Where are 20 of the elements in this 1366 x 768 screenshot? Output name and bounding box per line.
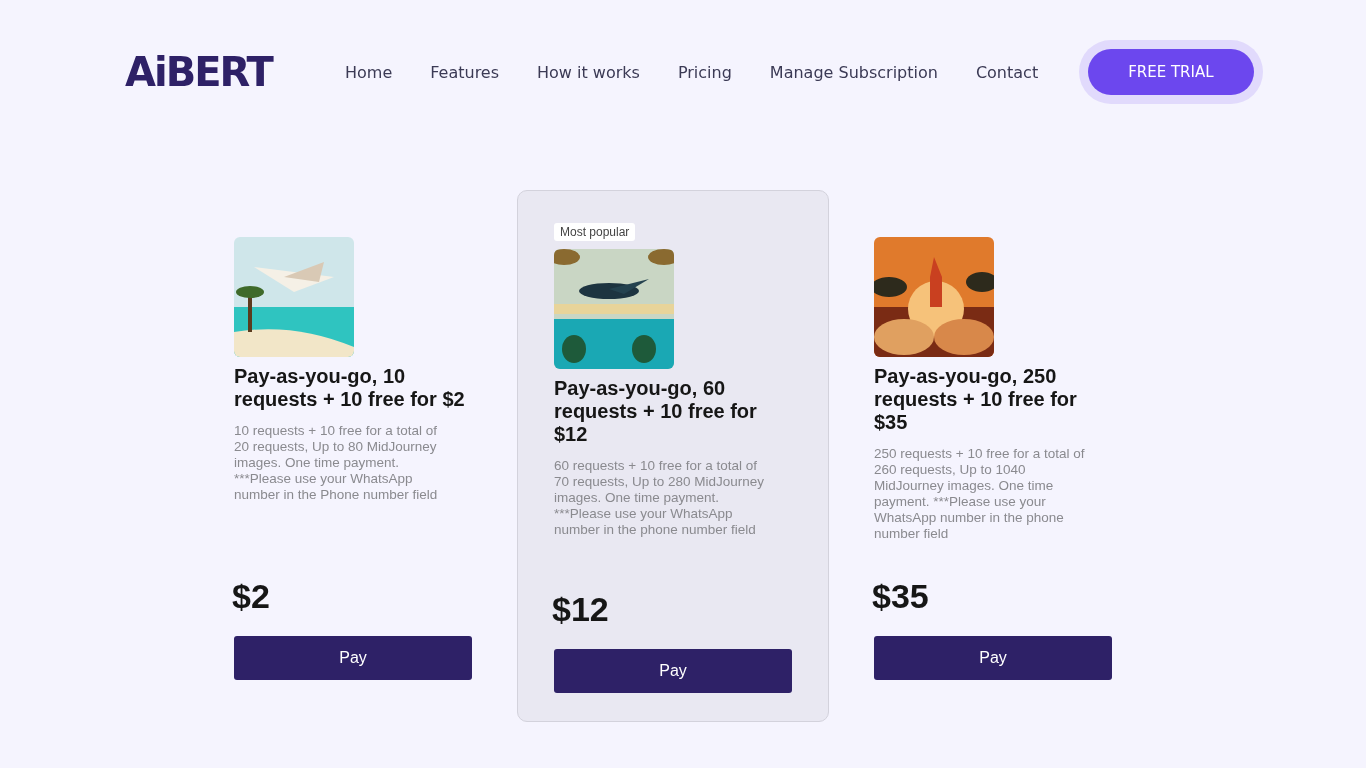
logo[interactable]: AiBERT — [125, 48, 280, 96]
plan-price: $12 — [552, 590, 610, 629]
plan-title: Pay-as-you-go, 250 requests + 10 free for $35 — [874, 364, 1078, 434]
plan-title: Pay-as-you-go, 60 requests + 10 free for $12 — [554, 377, 758, 446]
nav-link[interactable]: Features — [430, 62, 500, 82]
pay-button[interactable]: Pay — [554, 649, 792, 693]
nav-link[interactable]: Contact — [975, 62, 1039, 82]
nav-link[interactable]: How it works — [537, 62, 640, 82]
plan-price: $2 — [232, 576, 271, 616]
nav-link[interactable]: Home — [345, 62, 393, 82]
plan-description: 250 requests + 10 free for a total of 260 requests, Up to 1040 MidJourney images. One time payment. ***Please use your WhatsApp number in the phone number field — [874, 445, 1086, 542]
pay-button[interactable]: Pay — [874, 635, 1112, 680]
plan-description: 60 requests + 10 free for a total of 70 requests, Up to 280 MidJourney images. One time payment. ***Please use your WhatsApp number in the phone number field — [554, 458, 766, 538]
pay-button[interactable]: Pay — [234, 635, 472, 680]
plan-price: $35 — [872, 576, 930, 616]
plan-title: Pay-as-you-go, 10 requests + 10 free for $2 — [234, 364, 466, 411]
plan-description: 10 requests + 10 free for a total of 20 requests, Up to 80 MidJourney images. One time payment. ***Please use your WhatsApp number in the Phone number field — [234, 422, 439, 503]
nav-link[interactable]: Pricing — [677, 62, 732, 82]
most-popular-badge: Most popular — [554, 223, 636, 241]
nav-link[interactable]: Manage Subscription — [769, 62, 938, 82]
